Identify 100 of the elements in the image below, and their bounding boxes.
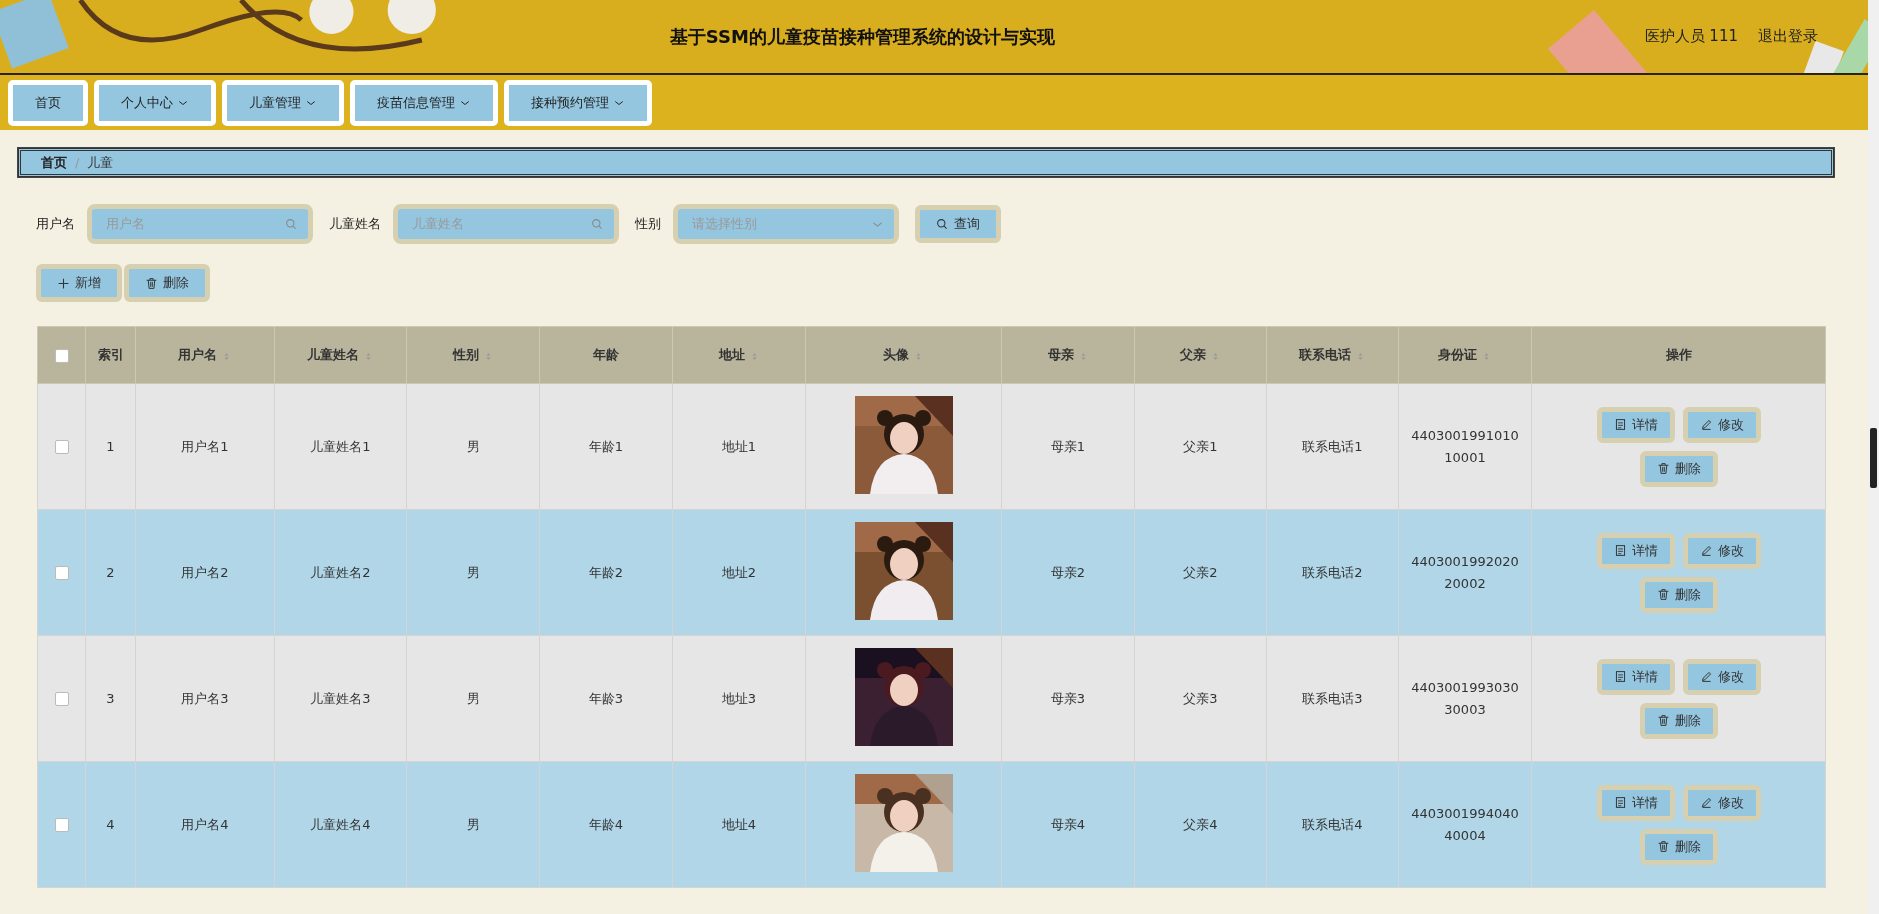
table-cell: 联系电话1 bbox=[1302, 438, 1363, 454]
trash-icon bbox=[1656, 714, 1670, 727]
scrollbar[interactable] bbox=[1868, 0, 1879, 914]
breadcrumb-item: 儿童 bbox=[87, 153, 114, 172]
table-cell: 母亲3 bbox=[1050, 690, 1086, 706]
detail-button[interactable]: 详情 bbox=[1596, 532, 1675, 569]
pencil-icon bbox=[1699, 796, 1713, 809]
search-button[interactable]: 查询 bbox=[915, 205, 1001, 243]
trash-icon bbox=[1656, 462, 1670, 475]
column-header[interactable]: 儿童姓名 bbox=[307, 346, 374, 364]
delete-button[interactable]: 删除 bbox=[124, 264, 210, 302]
column-header[interactable]: 头像 bbox=[883, 346, 924, 364]
column-header[interactable]: 性别 bbox=[452, 346, 494, 364]
checkbox[interactable] bbox=[54, 818, 69, 833]
column-header[interactable]: 身份证 bbox=[1438, 346, 1492, 364]
table-cell: 儿童姓名1 bbox=[310, 438, 371, 454]
field-label: 儿童姓名 bbox=[329, 215, 381, 233]
table-cell: 儿童姓名4 bbox=[310, 816, 371, 832]
detail-button[interactable]: 详情 bbox=[1596, 406, 1675, 443]
trash-icon bbox=[145, 276, 158, 290]
pencil-icon bbox=[1699, 418, 1713, 431]
table-cell: 父亲3 bbox=[1183, 690, 1218, 706]
app-title: 基于SSM的儿童疫苗接种管理系统的设计与实现 bbox=[668, 24, 1056, 49]
search-icon bbox=[936, 217, 949, 231]
table-cell: 父亲2 bbox=[1183, 564, 1218, 580]
delete-button[interactable]: 删除 bbox=[1639, 702, 1718, 739]
separator: / bbox=[75, 155, 80, 170]
pencil-icon bbox=[1699, 670, 1713, 683]
document-icon bbox=[1613, 796, 1627, 809]
checkbox[interactable] bbox=[54, 692, 69, 707]
nav-item[interactable]: 个人中心 bbox=[94, 79, 216, 126]
breadcrumb-item[interactable]: 首页 bbox=[41, 153, 67, 172]
table-cell: 用户名2 bbox=[181, 564, 229, 580]
table-cell: 地址4 bbox=[721, 816, 757, 832]
column-header: 年龄 bbox=[593, 346, 619, 364]
table-cell: 3 bbox=[106, 691, 115, 706]
table-cell: 用户名3 bbox=[181, 690, 229, 706]
column-header: 索引 bbox=[97, 346, 124, 364]
column-header[interactable]: 母亲 bbox=[1047, 346, 1089, 364]
column-header: 操作 bbox=[1665, 346, 1692, 364]
document-icon bbox=[1613, 418, 1627, 431]
checkbox[interactable] bbox=[54, 566, 69, 581]
nav-item[interactable]: 疫苗信息管理 bbox=[350, 79, 498, 126]
delete-button[interactable]: 删除 bbox=[1639, 450, 1718, 487]
edit-button[interactable]: 修改 bbox=[1682, 784, 1761, 821]
column-header[interactable]: 地址 bbox=[718, 346, 760, 364]
edit-button[interactable]: 修改 bbox=[1682, 658, 1761, 695]
detail-button[interactable]: 详情 bbox=[1596, 784, 1675, 821]
delete-button[interactable]: 删除 bbox=[1639, 828, 1718, 865]
table-cell: 年龄2 bbox=[588, 564, 624, 580]
plus-icon bbox=[57, 276, 70, 290]
edit-button[interactable]: 修改 bbox=[1682, 532, 1761, 569]
nav-item[interactable]: 首页 bbox=[8, 79, 88, 126]
table-cell: 母亲1 bbox=[1050, 438, 1086, 454]
table-cell: 男 bbox=[466, 564, 480, 580]
table-cell-text: 440300199202020002 bbox=[1410, 552, 1520, 593]
edit-button[interactable]: 修改 bbox=[1682, 406, 1761, 443]
search-icon bbox=[591, 217, 604, 231]
search-icon bbox=[285, 217, 298, 231]
detail-button[interactable]: 详情 bbox=[1596, 658, 1675, 695]
trash-icon bbox=[1656, 588, 1670, 601]
table-cell: 地址1 bbox=[721, 438, 757, 454]
table-cell: 地址2 bbox=[721, 564, 757, 580]
table-cell: 男 bbox=[466, 816, 480, 832]
table-cell: 年龄3 bbox=[588, 690, 624, 706]
document-icon bbox=[1613, 670, 1627, 683]
field-label: 用户名 bbox=[36, 215, 75, 233]
table-cell: 用户名1 bbox=[181, 438, 229, 454]
table-cell: 男 bbox=[466, 438, 480, 454]
table-cell: 2 bbox=[106, 565, 115, 580]
trash-icon bbox=[1656, 840, 1670, 853]
checkbox[interactable] bbox=[54, 440, 69, 455]
add-button[interactable]: 新增 bbox=[36, 264, 122, 302]
column-header[interactable]: 父亲 bbox=[1180, 346, 1221, 364]
table-cell: 母亲4 bbox=[1050, 816, 1086, 832]
table-cell: 1 bbox=[106, 439, 115, 454]
table-cell: 4 bbox=[106, 817, 115, 832]
table-cell: 用户名4 bbox=[181, 816, 229, 832]
table-cell: 儿童姓名3 bbox=[310, 690, 371, 706]
nav-item[interactable]: 儿童管理 bbox=[222, 79, 344, 126]
table-cell: 父亲4 bbox=[1183, 816, 1218, 832]
column-header[interactable]: 联系电话 bbox=[1299, 346, 1366, 364]
table-cell-text: 440300199404040004 bbox=[1410, 804, 1520, 845]
table-cell: 年龄4 bbox=[588, 816, 624, 832]
table-cell-text: 440300199303030003 bbox=[1410, 678, 1520, 719]
column-header[interactable]: 用户名 bbox=[178, 346, 232, 364]
document-icon bbox=[1613, 544, 1627, 557]
table-cell: 母亲2 bbox=[1050, 564, 1086, 580]
table-cell: 儿童姓名2 bbox=[310, 564, 371, 580]
user-name: 医护人员 111 bbox=[1644, 27, 1738, 46]
pencil-icon bbox=[1699, 544, 1713, 557]
nav-item[interactable]: 接种预约管理 bbox=[504, 79, 652, 126]
table-cell: 联系电话4 bbox=[1302, 816, 1363, 832]
table-cell: 联系电话3 bbox=[1302, 690, 1363, 706]
table-cell: 地址3 bbox=[721, 690, 757, 706]
table-cell-text: 440300199101010001 bbox=[1410, 426, 1520, 467]
delete-button[interactable]: 删除 bbox=[1639, 576, 1718, 613]
table-cell: 男 bbox=[466, 690, 480, 706]
checkbox[interactable] bbox=[54, 348, 69, 363]
logout-link[interactable]: 退出登录 bbox=[1758, 27, 1818, 46]
